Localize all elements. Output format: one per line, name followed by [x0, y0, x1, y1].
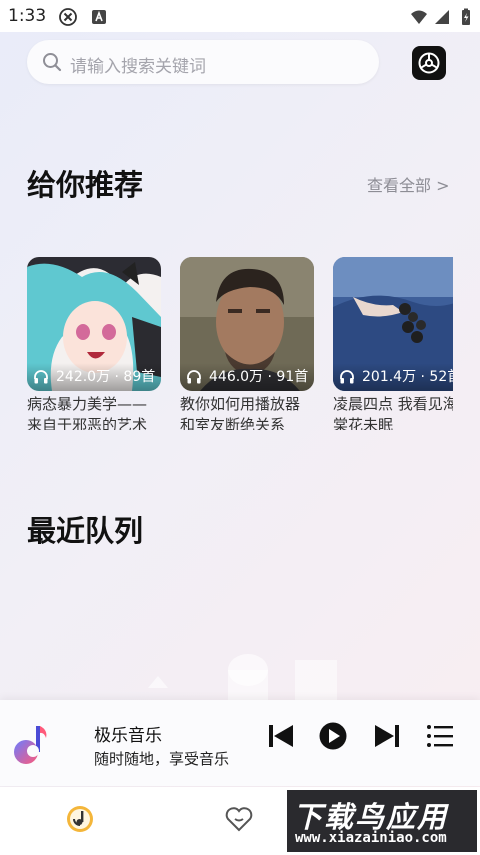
playlist-stats: 446.0万 · 91首: [209, 369, 309, 385]
tab-music-disc-icon[interactable]: [64, 803, 96, 835]
previous-track-button[interactable]: [266, 721, 296, 751]
playlist-title: 凌晨四点 我看见海棠花未眠: [333, 395, 453, 430]
playlist-card[interactable]: 446.0万 · 91首 教你如何用播放器和室友断绝关系: [180, 257, 314, 430]
player-app-name: 极乐音乐: [94, 726, 162, 746]
playlist-stats: 242.0万 · 89首: [56, 369, 156, 385]
playlist-title: 教你如何用播放器和室友断绝关系: [180, 395, 301, 430]
playlist-title: 病态暴力美学——来自于邪恶的艺术: [27, 395, 148, 430]
empty-state-illustration: [148, 654, 337, 702]
next-track-button[interactable]: [372, 721, 402, 751]
playlist-queue-button[interactable]: [425, 721, 455, 751]
recent-queue-title: 最近队列: [27, 514, 144, 548]
watermark-logo: 下载鸟应用 www.xiazainiao.com: [287, 790, 477, 852]
play-button[interactable]: [318, 721, 348, 751]
app-logo-icon: [14, 726, 47, 764]
player-subtitle: 随时随地，享受音乐: [94, 750, 230, 768]
playlist-card[interactable]: 242.0万 · 89首 病态暴力美学——来自于邪恶的艺术: [27, 257, 161, 430]
tab-favorites-heart-icon[interactable]: [223, 803, 255, 835]
watermark-url: www.xiazainiao.com: [295, 830, 447, 846]
playlist-cover: 446.0万 · 91首: [180, 257, 314, 391]
playlist-stats: 201.4万 · 52首: [362, 369, 453, 385]
battery-icon: [462, 8, 470, 25]
headphones-icon: [187, 370, 201, 384]
playlist-card[interactable]: 201.4万 · 52首 凌晨四点 我看见海棠花未眠: [333, 257, 453, 430]
headphones-icon: [340, 370, 354, 384]
headphones-icon: [34, 370, 48, 384]
playlist-cover: 201.4万 · 52首: [333, 257, 453, 391]
mini-player[interactable]: 极乐音乐 随时随地，享受音乐: [0, 700, 480, 786]
playlist-cover: 242.0万 · 89首: [27, 257, 161, 391]
playlist-carousel[interactable]: 242.0万 · 89首 病态暴力美学——来自于邪恶的艺术 446.0万 · 9…: [0, 0, 453, 440]
